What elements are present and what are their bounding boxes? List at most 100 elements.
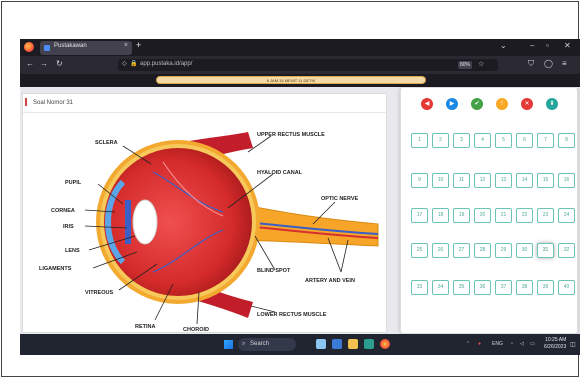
question-number-button[interactable]: 7 [537, 133, 554, 148]
question-number-button[interactable]: 26 [432, 243, 449, 258]
question-number-button[interactable]: 6 [516, 133, 533, 148]
question-number-button[interactable]: 37 [495, 280, 512, 295]
question-number-button[interactable]: 21 [495, 208, 512, 223]
question-number-button[interactable]: 9 [411, 173, 428, 188]
prev-button[interactable]: ◀ [421, 98, 433, 110]
question-number-button[interactable]: 22 [516, 208, 533, 223]
question-number-button[interactable]: 11 [453, 173, 470, 188]
label-lens: LENS [65, 248, 80, 254]
forward-icon[interactable]: → [40, 59, 48, 68]
next-button[interactable]: ▶ [446, 98, 458, 110]
store-icon[interactable] [364, 339, 374, 349]
question-number-button[interactable]: 8 [558, 133, 575, 148]
label-retina: RETINA [135, 324, 156, 330]
firefox-icon [24, 42, 34, 52]
bookmark-star-icon[interactable]: ☆ [478, 60, 484, 68]
question-number-button[interactable]: 40 [558, 280, 575, 295]
label-iris: IRIS [63, 224, 74, 230]
question-number-button[interactable]: 32 [558, 243, 575, 258]
question-number-button[interactable]: 34 [432, 280, 449, 295]
question-number-button[interactable]: 19 [453, 208, 470, 223]
close-tab-icon[interactable]: × [124, 42, 128, 49]
address-bar[interactable]: ◇ 🔒 app.pustaka.id/app/ 80% ☆ [118, 59, 498, 71]
question-number-button[interactable]: 33 [411, 280, 428, 295]
firefox-taskbar-icon[interactable] [380, 339, 390, 349]
question-number-button[interactable]: 15 [537, 173, 554, 188]
question-number-button[interactable]: 5 [495, 133, 512, 148]
zoom-level[interactable]: 80% [458, 61, 472, 69]
question-number-button[interactable]: 10 [432, 173, 449, 188]
question-panel: Soal Nomor 31 SCLERA PUPIL CORNEA IRIS L… [22, 93, 388, 333]
tab-title: Pustakawan [54, 43, 87, 49]
tray-chevron-icon[interactable]: ⌃ [466, 341, 470, 347]
extensions-icon[interactable]: ⛉ [528, 59, 534, 69]
timer-notification: 6 JAM 15 MENIT 11 DETIK [156, 76, 426, 84]
volume-icon[interactable]: ◁ [520, 341, 524, 347]
file-explorer-icon[interactable] [348, 339, 358, 349]
shield-icon: ◇ [122, 61, 127, 67]
question-number-button[interactable]: 35 [453, 280, 470, 295]
question-number-button[interactable]: 2 [432, 133, 449, 148]
window-close-icon[interactable]: ✕ [564, 41, 571, 50]
back-icon[interactable]: ← [26, 59, 34, 68]
question-number-button[interactable]: 23 [537, 208, 554, 223]
account-icon[interactable]: ◯ [544, 59, 553, 68]
tab-favicon [44, 45, 50, 51]
question-number-button[interactable]: 1 [411, 133, 428, 148]
url-text: app.pustaka.id/app/ [140, 61, 193, 67]
question-number-button[interactable]: 20 [474, 208, 491, 223]
search-icon: ⌕ [242, 341, 246, 347]
question-number-button[interactable]: 4 [474, 133, 491, 148]
task-view-icon[interactable] [332, 339, 342, 349]
list-all-tabs-icon[interactable]: ⌄ [500, 41, 507, 50]
check-icon: ✔ [474, 101, 480, 107]
close-icon: ✕ [524, 101, 530, 107]
exam-page: Soal Nomor 31 SCLERA PUPIL CORNEA IRIS L… [20, 87, 580, 334]
question-number-button[interactable]: 25 [411, 243, 428, 258]
question-navigator: ◀ ▶ ✔! ✕ ⬇ 1 2 3 4 5 6 7 8 9 10 11 12 13 14 15 16 17 18 19 20 21… [400, 87, 578, 334]
question-number-button[interactable]: 29 [495, 243, 512, 258]
question-number-button[interactable]: 12 [474, 173, 491, 188]
label-choroid: CHOROID [183, 327, 209, 333]
lens-shape [132, 199, 158, 245]
windows-taskbar: ⌕ Search ⌃ ● ENG ◔ ◁ ▭ 10:25 AM 6/26/202… [20, 334, 580, 355]
question-number-button[interactable]: 27 [453, 243, 470, 258]
clock-date: 6/26/2023 [544, 344, 567, 350]
question-number-button[interactable]: 13 [495, 173, 512, 188]
question-number-button[interactable]: 16 [558, 173, 575, 188]
maximize-icon[interactable]: ▫ [546, 41, 549, 50]
notification-icon[interactable]: ◫ [570, 341, 576, 348]
question-number-button[interactable]: 38 [516, 280, 533, 295]
windows-start-icon[interactable] [224, 340, 233, 349]
reload-icon[interactable]: ↻ [56, 59, 63, 68]
minimize-icon[interactable]: – [530, 41, 534, 50]
label-optic-nerve: OPTIC NERVE [321, 196, 359, 202]
weather-icon[interactable] [316, 339, 326, 349]
label-vitreous: VITREOUS [85, 290, 113, 296]
question-number-button[interactable]: 36 [474, 280, 491, 295]
question-number-button[interactable]: 17 [411, 208, 428, 223]
flag-button[interactable]: ! [496, 98, 508, 110]
question-number-button[interactable]: 3 [453, 133, 470, 148]
question-number-button[interactable]: 24 [558, 208, 575, 223]
question-number-button[interactable]: 28 [474, 243, 491, 258]
clock[interactable]: 10:25 AM 6/26/2023 [544, 337, 566, 351]
question-number-button[interactable]: 30 [516, 243, 533, 258]
finish-button[interactable]: ⬇ [546, 98, 558, 110]
search-label: Search [250, 341, 270, 347]
menu-icon[interactable]: ≡ [562, 59, 567, 68]
question-number-button[interactable]: 39 [537, 280, 554, 295]
check-button[interactable]: ✔ [471, 98, 483, 110]
close-button[interactable]: ✕ [521, 98, 533, 110]
browser-tab[interactable]: Pustakawan × [40, 41, 132, 55]
wifi-icon[interactable]: ◔ [510, 341, 513, 347]
taskbar-search[interactable]: ⌕ Search [238, 338, 296, 351]
question-number-button[interactable]: 18 [432, 208, 449, 223]
question-number-button[interactable]: 14 [516, 173, 533, 188]
new-tab-icon[interactable]: + [136, 40, 141, 50]
language-indicator[interactable]: ENG [492, 341, 503, 347]
question-number-button[interactable]: 31 [537, 243, 554, 258]
label-cornea: CORNEA [51, 208, 75, 214]
battery-icon[interactable]: ▭ [530, 341, 535, 347]
antivirus-icon[interactable]: ● [478, 341, 481, 347]
